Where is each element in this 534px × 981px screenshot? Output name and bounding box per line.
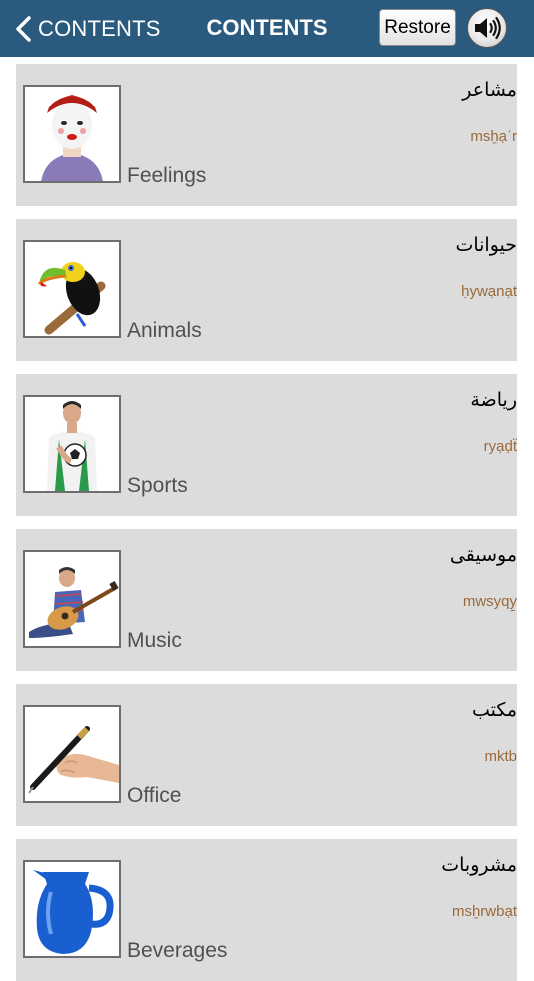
speaker-volume-icon: [475, 16, 501, 40]
category-transliteration: mktb: [484, 748, 517, 765]
category-card-animals[interactable]: Animals حيوانات ḥywạnạt: [16, 219, 517, 361]
restore-button[interactable]: Restore: [379, 9, 456, 46]
category-card-office[interactable]: Office مكتب mktb: [16, 684, 517, 826]
category-card-beverages[interactable]: Beverages مشروبات msẖrwbạt: [16, 839, 517, 981]
category-english-label: Animals: [127, 319, 202, 342]
category-english-label: Music: [127, 629, 182, 652]
category-english-label: Feelings: [127, 164, 207, 187]
category-card-music[interactable]: Music موسيقى mwsyqy̱: [16, 529, 517, 671]
soccer-player-image: [23, 395, 121, 493]
hand-with-pen-image: [23, 705, 121, 803]
back-button[interactable]: CONTENTS: [14, 12, 161, 46]
category-transliteration: mwsyqy̱: [462, 593, 517, 610]
category-arabic-label: حيوانات: [455, 234, 517, 256]
category-arabic-label: مشاعر: [462, 79, 517, 101]
chevron-left-icon: [16, 16, 31, 42]
category-transliteration: ryạḍẗ: [483, 438, 517, 455]
back-button-label: CONTENTS: [38, 16, 161, 41]
category-card-sports[interactable]: Sports رياضة ryạḍẗ: [16, 374, 517, 516]
category-arabic-label: رياضة: [470, 389, 517, 411]
blue-pitcher-image: [23, 860, 121, 958]
category-english-label: Office: [127, 784, 182, 807]
mime-face-image: [23, 85, 121, 183]
category-english-label: Beverages: [127, 939, 228, 962]
page-title: CONTENTS: [206, 15, 328, 40]
category-transliteration: msẖạʿr: [470, 128, 517, 145]
category-transliteration: ḥywạnạt: [461, 283, 517, 300]
guitar-player-image: [23, 550, 121, 648]
category-english-label: Sports: [127, 474, 188, 497]
category-arabic-label: مكتب: [471, 699, 517, 721]
category-arabic-label: مشروبات: [441, 854, 517, 876]
category-card-feelings[interactable]: Feelings مشاعر msẖạʿr: [16, 64, 517, 206]
top-navigation-bar: CONTENTS CONTENTS Restore: [0, 0, 534, 57]
category-arabic-label: موسيقى: [449, 544, 517, 566]
toucan-image: [23, 240, 121, 338]
sound-toggle-button[interactable]: [467, 8, 507, 48]
category-transliteration: msẖrwbạt: [451, 903, 517, 920]
